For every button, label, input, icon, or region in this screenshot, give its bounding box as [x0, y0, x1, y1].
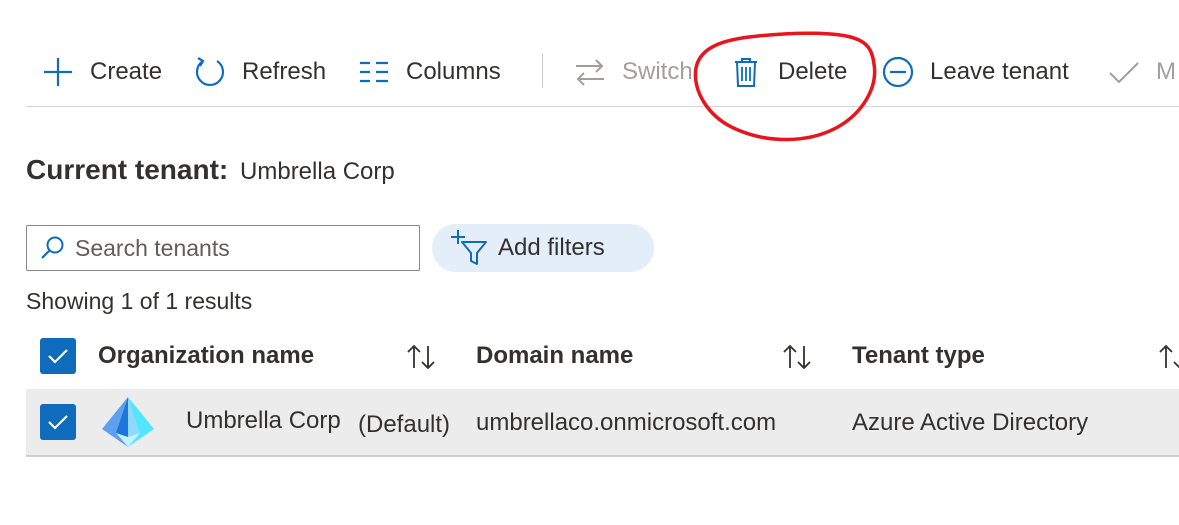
trash-icon [728, 54, 764, 90]
refresh-icon [192, 54, 228, 90]
default-badge: (Default) [358, 411, 451, 438]
switch-button[interactable]: Switch [572, 52, 693, 92]
table-header: Organization name Domain name Tenant typ… [26, 330, 1179, 388]
search-icon [37, 233, 67, 263]
plus-icon [40, 54, 76, 90]
domain-name: umbrellaco.onmicrosoft.com [476, 409, 777, 436]
create-button[interactable]: Create [40, 52, 162, 92]
azure-ad-pyramid-icon [102, 397, 154, 447]
refresh-label: Refresh [242, 58, 327, 85]
delete-button[interactable]: Delete [728, 52, 847, 92]
columns-button[interactable]: Columns [356, 52, 501, 92]
columns-label: Columns [406, 58, 501, 85]
select-all-checkbox[interactable] [40, 338, 76, 374]
refresh-button[interactable]: Refresh [192, 52, 326, 92]
switch-arrows-icon [572, 54, 608, 90]
filter-add-icon [450, 228, 490, 268]
switch-label: Switch [622, 58, 693, 85]
search-box[interactable] [26, 225, 420, 271]
manage-label: M [1156, 58, 1176, 85]
sort-icon[interactable] [1156, 342, 1179, 372]
sort-icon[interactable] [404, 342, 440, 372]
tenant-type: Azure Active Directory [852, 409, 1089, 436]
checkmark-icon [1106, 54, 1142, 90]
minus-circle-icon [880, 54, 916, 90]
current-tenant-value: Umbrella Corp [240, 158, 395, 185]
column-header-domain[interactable]: Domain name [476, 342, 633, 370]
row-checkbox[interactable] [40, 404, 76, 440]
table-row[interactable]: Umbrella Corp (Default) umbrellaco.onmic… [26, 389, 1179, 457]
toolbar-divider [542, 54, 543, 88]
manage-button[interactable]: M [1106, 52, 1176, 92]
checkmark-icon [48, 415, 68, 430]
leave-tenant-label: Leave tenant [930, 58, 1069, 85]
command-bar: Create Refresh Columns Switch Delete Lea… [26, 40, 1179, 107]
current-tenant: Current tenant: Umbrella Corp [26, 154, 395, 186]
checkmark-icon [48, 349, 68, 364]
search-input[interactable] [73, 233, 397, 263]
leave-tenant-button[interactable]: Leave tenant [880, 52, 1069, 92]
columns-icon [356, 54, 392, 90]
current-tenant-label: Current tenant: [26, 154, 229, 185]
column-header-tenant-type[interactable]: Tenant type [852, 342, 985, 370]
organization-name[interactable]: Umbrella Corp [186, 407, 341, 435]
add-filters-button[interactable]: Add filters [432, 224, 654, 272]
delete-label: Delete [778, 58, 848, 85]
column-header-organization[interactable]: Organization name [98, 342, 314, 370]
add-filters-label: Add filters [498, 234, 605, 261]
results-count: Showing 1 of 1 results [26, 288, 253, 314]
create-label: Create [90, 58, 163, 85]
sort-icon[interactable] [780, 342, 816, 372]
tenants-table: Organization name Domain name Tenant typ… [26, 330, 1179, 457]
